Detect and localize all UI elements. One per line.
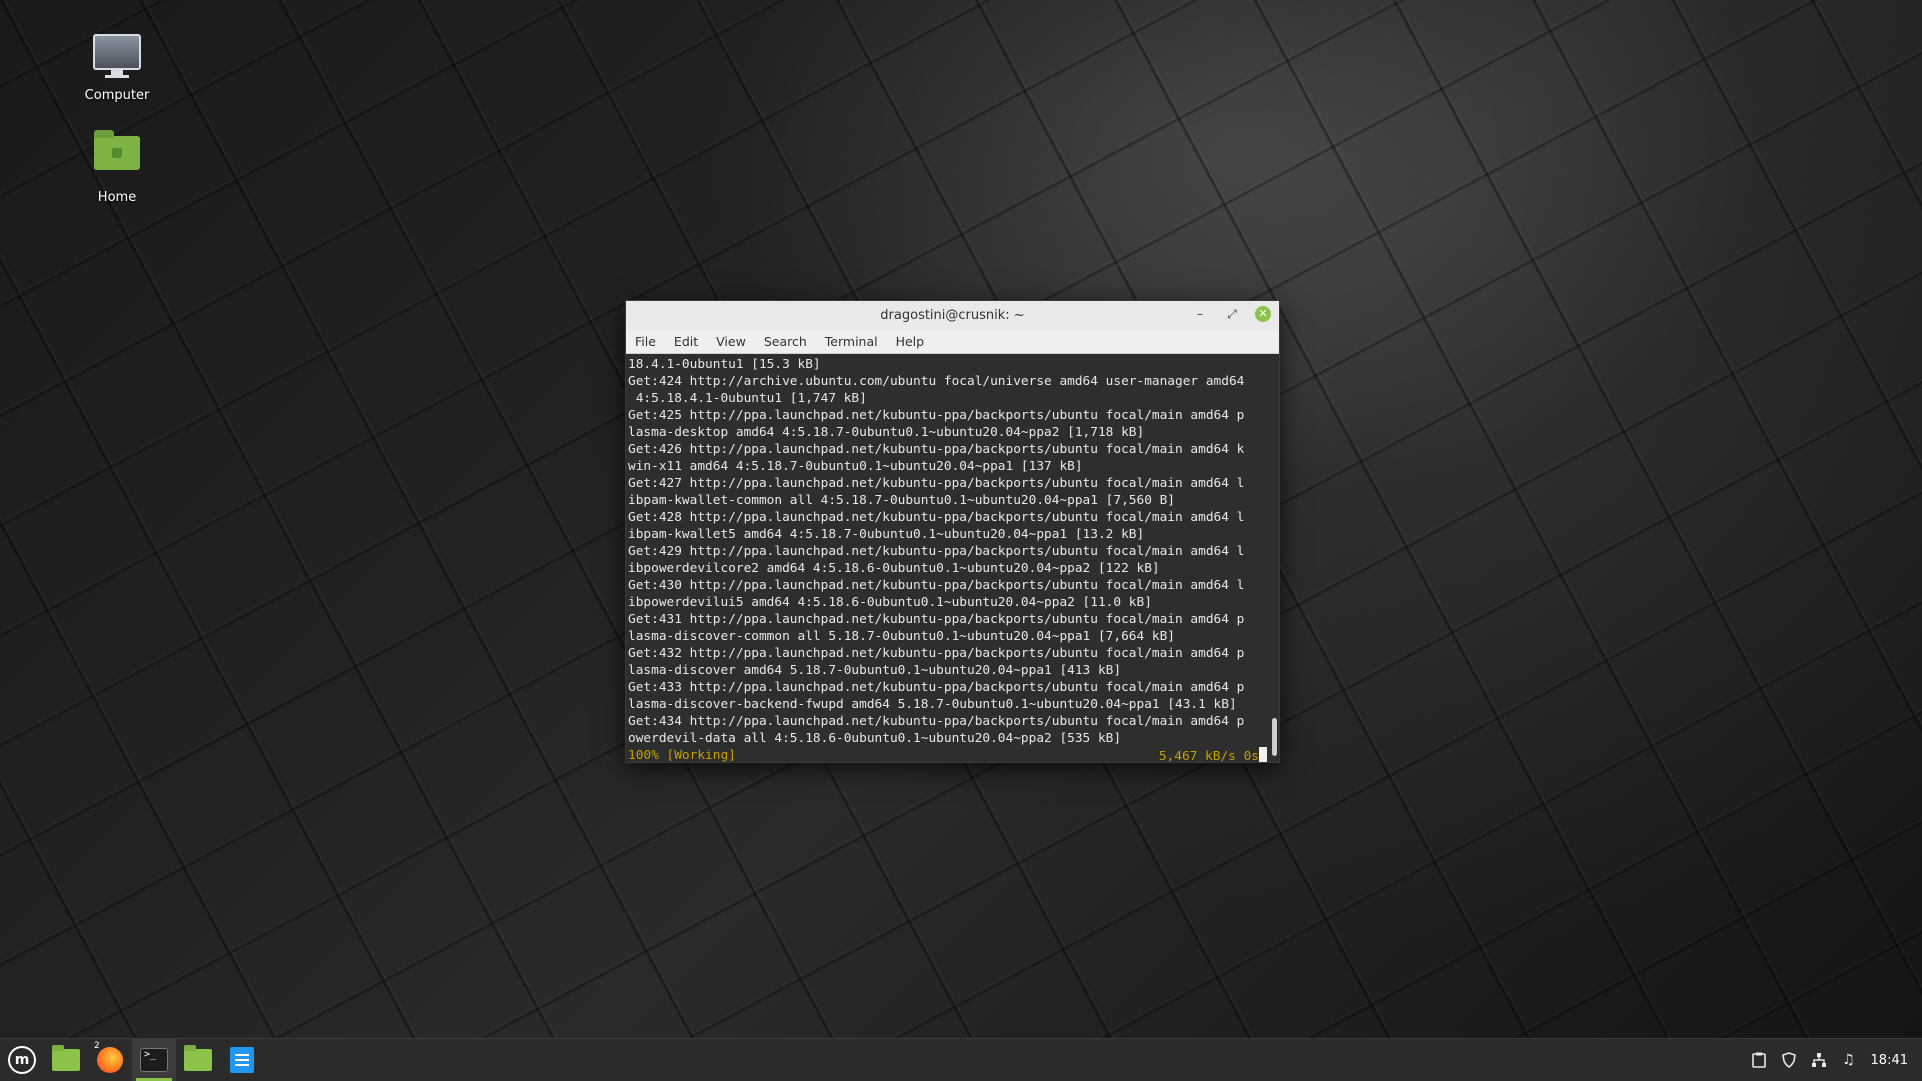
output-line: owerdevil-data all 4:5.18.6-0ubuntu0.1~u…: [628, 731, 1122, 746]
output-line: lasma-discover amd64 5.18.7-0ubuntu0.1~u…: [628, 663, 1122, 678]
clipboard-icon[interactable]: [1751, 1052, 1767, 1068]
output-line: ibpowerdevilui5 amd64 4:5.18.6-0ubuntu0.…: [628, 595, 1152, 610]
firefox-icon: [97, 1047, 123, 1073]
files-launcher[interactable]: [176, 1039, 220, 1081]
menu-search[interactable]: Search: [763, 332, 808, 351]
close-icon[interactable]: ✕: [1255, 306, 1271, 322]
terminal-icon: >_: [140, 1048, 168, 1072]
desktop-icon-computer[interactable]: Computer: [57, 26, 177, 103]
window-title: dragostini@crusnik: ~: [880, 307, 1025, 323]
output-line: lasma-discover-backend-fwupd amd64 5.18.…: [628, 697, 1237, 712]
output-line: ibpowerdevilcore2 amd64 4:5.18.6-0ubuntu…: [628, 561, 1160, 576]
text-editor-launcher[interactable]: [220, 1039, 264, 1081]
output-line: Get:433 http://ppa.launchpad.net/kubuntu…: [628, 680, 1245, 695]
show-desktop-button[interactable]: [44, 1039, 88, 1081]
output-line: ibpam-kwallet5 amd64 4:5.18.7-0ubuntu0.1…: [628, 527, 1145, 542]
output-line: 4:5.18.4.1-0ubuntu1 [1,747 kB]: [628, 391, 867, 406]
output-line: lasma-desktop amd64 4:5.18.7-0ubuntu0.1~…: [628, 425, 1145, 440]
menu-terminal[interactable]: Terminal: [824, 332, 879, 351]
progress-status-line: 100% [Working] 5,467 kB/s 0s: [628, 747, 1267, 762]
download-speed: 5,467 kB/s 0s: [1158, 749, 1259, 762]
menu-file[interactable]: File: [634, 332, 657, 351]
output-line: Get:428 http://ppa.launchpad.net/kubuntu…: [628, 510, 1245, 525]
output-line: Get:426 http://ppa.launchpad.net/kubuntu…: [628, 442, 1245, 457]
output-line: Get:427 http://ppa.launchpad.net/kubuntu…: [628, 476, 1245, 491]
menu-help[interactable]: Help: [895, 332, 926, 351]
output-line: Get:434 http://ppa.launchpad.net/kubuntu…: [628, 714, 1245, 729]
desktop-icon-label: Computer: [84, 88, 150, 103]
menu-view[interactable]: View: [715, 332, 747, 351]
shield-icon[interactable]: [1781, 1052, 1797, 1068]
output-line: Get:424 http://archive.ubuntu.com/ubuntu…: [628, 374, 1245, 389]
scrollbar-thumb[interactable]: [1272, 718, 1277, 756]
window-count-badge: 2: [94, 1041, 100, 1051]
desktop-icon-label: Home: [97, 190, 137, 205]
output-line: Get:432 http://ppa.launchpad.net/kubuntu…: [628, 646, 1245, 661]
output-line: lasma-discover-common all 5.18.7-0ubuntu…: [628, 629, 1176, 644]
output-line: 18.4.1-0ubuntu1 [15.3 kB]: [628, 357, 821, 372]
terminal-launcher[interactable]: >_: [132, 1039, 176, 1081]
output-line: Get:431 http://ppa.launchpad.net/kubuntu…: [628, 612, 1245, 627]
desktop-icon-home[interactable]: Home: [57, 126, 177, 205]
output-line: Get:425 http://ppa.launchpad.net/kubuntu…: [628, 408, 1245, 423]
computer-icon: [57, 34, 177, 82]
folder-icon: [184, 1045, 212, 1071]
output-line: Get:430 http://ppa.launchpad.net/kubuntu…: [628, 578, 1245, 593]
text-editor-icon: [230, 1047, 254, 1073]
taskbar: m 2 >_ ♫ 18:41: [0, 1038, 1922, 1081]
menu-bar: File Edit View Search Terminal Help: [626, 329, 1279, 354]
terminal-window[interactable]: dragostini@crusnik: ~ – ⤢ ✕ File Edit Vi…: [625, 300, 1280, 763]
home-folder-icon: [57, 130, 177, 184]
output-line: ibpam-kwallet-common all 4:5.18.7-0ubunt…: [628, 493, 1176, 508]
sound-icon[interactable]: ♫: [1841, 1052, 1857, 1068]
mint-logo-icon: m: [8, 1046, 36, 1074]
text-cursor: [1259, 747, 1267, 762]
firefox-launcher[interactable]: 2: [88, 1039, 132, 1081]
menu-edit[interactable]: Edit: [673, 332, 699, 351]
output-line: Get:429 http://ppa.launchpad.net/kubuntu…: [628, 544, 1245, 559]
maximize-icon[interactable]: ⤢: [1223, 305, 1241, 323]
desktop-folder-icon: [52, 1045, 80, 1071]
system-tray: ♫ 18:41: [1751, 1052, 1922, 1068]
output-line: win-x11 amd64 4:5.18.7-0ubuntu0.1~ubuntu…: [628, 459, 1083, 474]
output-lines: 18.4.1-0ubuntu1 [15.3 kB] Get:424 http://…: [628, 356, 1267, 747]
window-titlebar[interactable]: dragostini@crusnik: ~ – ⤢ ✕: [626, 301, 1279, 329]
progress-status: 100% [Working]: [628, 748, 736, 762]
menu-button[interactable]: m: [0, 1039, 44, 1081]
clock[interactable]: 18:41: [1871, 1053, 1908, 1068]
minimize-icon[interactable]: –: [1191, 305, 1209, 323]
terminal-output[interactable]: 18.4.1-0ubuntu1 [15.3 kB] Get:424 http://…: [626, 354, 1279, 762]
network-icon[interactable]: [1811, 1052, 1827, 1068]
